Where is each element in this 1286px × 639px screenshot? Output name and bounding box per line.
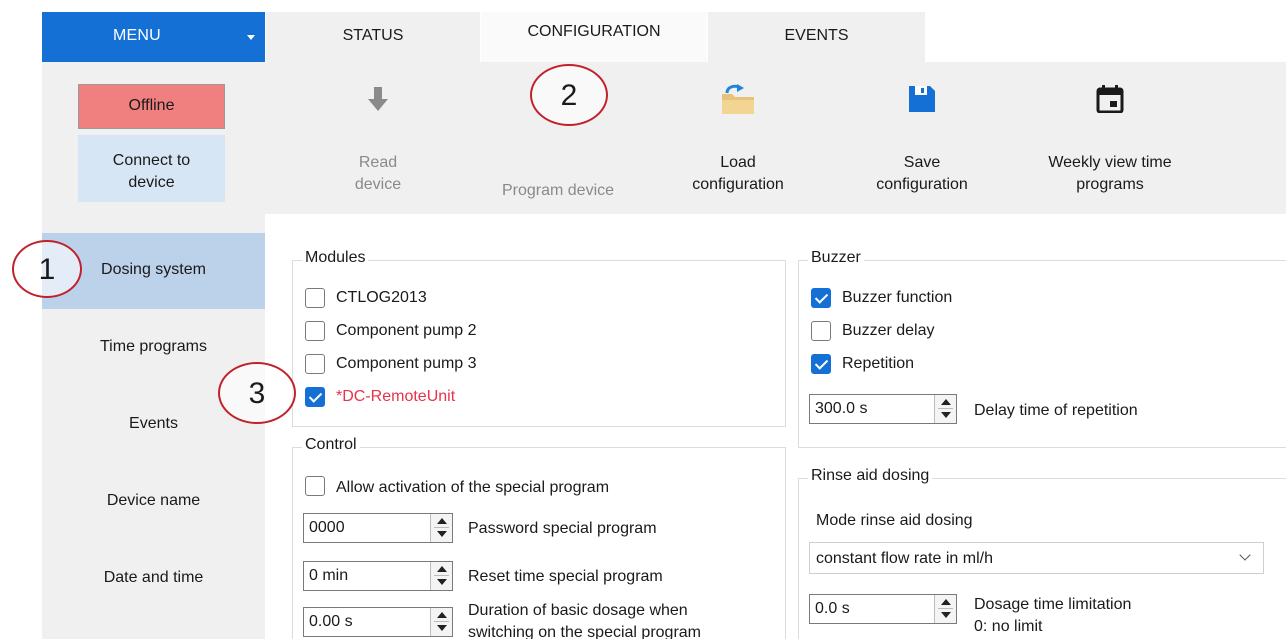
annotation-marker-1: 1 bbox=[12, 240, 82, 298]
delay-time-repetition-input[interactable]: 300.0 s bbox=[809, 394, 957, 424]
dosage-time-limitation-value: 0.0 s bbox=[815, 600, 850, 617]
weekly-view-button[interactable]: Weekly view time programs bbox=[1020, 82, 1200, 212]
load-configuration-label-2: configuration bbox=[692, 176, 784, 193]
dc-remoteunit-label: *DC-RemoteUnit bbox=[336, 388, 456, 405]
tab-events[interactable]: EVENTS bbox=[708, 12, 925, 62]
repetition-checkbox[interactable] bbox=[811, 354, 831, 374]
ctlog2013-checkbox[interactable] bbox=[305, 288, 325, 308]
weekly-view-label-2: programs bbox=[1076, 176, 1144, 193]
mode-rinse-aid-dosing-value: constant flow rate in ml/h bbox=[816, 550, 993, 567]
component-pump-3-label: Component pump 3 bbox=[336, 355, 477, 372]
nav-item-date-and-time[interactable]: Date and time bbox=[42, 541, 265, 617]
allow-special-program-label: Allow activation of the special program bbox=[336, 479, 610, 496]
chevron-down-icon bbox=[1239, 549, 1251, 561]
modules-title: Modules bbox=[302, 249, 369, 267]
nav-item-label: Device name bbox=[106, 492, 201, 509]
component-pump-2-checkbox[interactable] bbox=[305, 321, 325, 341]
annotation-marker-3: 3 bbox=[218, 362, 296, 424]
menu-label: MENU bbox=[113, 27, 161, 44]
caret-down-icon bbox=[247, 35, 255, 40]
program-device-label: Program device bbox=[501, 182, 615, 199]
delay-time-value: 300.0 s bbox=[815, 400, 868, 417]
calendar-icon bbox=[1096, 85, 1124, 113]
save-configuration-label-1: Save bbox=[903, 154, 941, 171]
spinner-arrows-icon[interactable] bbox=[430, 562, 452, 590]
tab-status[interactable]: STATUS bbox=[266, 12, 480, 62]
duration-basic-dosage-label-2: switching on the special program bbox=[468, 624, 702, 639]
password-special-program-label: Password special program bbox=[468, 520, 657, 537]
password-special-program-input[interactable]: 0000 bbox=[303, 513, 453, 543]
buzzer-function-label: Buzzer function bbox=[842, 289, 953, 306]
rinse-aid-dosing-title: Rinse aid dosing bbox=[808, 467, 933, 485]
control-title: Control bbox=[302, 436, 360, 454]
dosage-time-limitation-label-2: 0: no limit bbox=[974, 618, 1043, 635]
repetition-label: Repetition bbox=[842, 355, 915, 372]
annotation-marker-2: 2 bbox=[530, 64, 608, 126]
tab-configuration[interactable]: CONFIGURATION bbox=[481, 12, 707, 62]
read-device-button[interactable]: Read device bbox=[318, 82, 438, 212]
spinner-arrows-icon[interactable] bbox=[934, 595, 956, 623]
buzzer-function-checkbox[interactable] bbox=[811, 288, 831, 308]
allow-special-program-checkbox[interactable] bbox=[305, 476, 325, 496]
download-arrow-icon bbox=[368, 87, 388, 111]
floppy-disk-icon bbox=[909, 86, 935, 112]
reset-time-special-program-label: Reset time special program bbox=[468, 568, 663, 585]
duration-value: 0.00 s bbox=[309, 613, 353, 630]
save-configuration-label-2: configuration bbox=[876, 176, 968, 193]
connect-device-button[interactable]: Connect to device bbox=[78, 135, 225, 202]
component-pump-2-label: Component pump 2 bbox=[336, 322, 477, 339]
read-device-label-1: Read bbox=[358, 154, 398, 171]
nav-item-label: Date and time bbox=[103, 569, 204, 586]
spinner-arrows-icon[interactable] bbox=[934, 395, 956, 423]
nav-item-device-name[interactable]: Device name bbox=[42, 464, 265, 540]
component-pump-3-checkbox[interactable] bbox=[305, 354, 325, 374]
dc-remoteunit-checkbox[interactable] bbox=[305, 387, 325, 407]
connect-label-line1: Connect to bbox=[112, 152, 191, 169]
weekly-view-label-1: Weekly view time bbox=[1048, 154, 1172, 171]
buzzer-title: Buzzer bbox=[808, 249, 864, 267]
buzzer-delay-label: Buzzer delay bbox=[842, 322, 935, 339]
folder-load-icon bbox=[722, 84, 754, 114]
load-configuration-label-1: Load bbox=[720, 154, 756, 171]
read-device-label-2: device bbox=[354, 176, 402, 193]
duration-basic-dosage-label-1: Duration of basic dosage when bbox=[468, 602, 688, 619]
dosage-time-limitation-input[interactable]: 0.0 s bbox=[809, 594, 957, 624]
password-value: 0000 bbox=[309, 519, 345, 536]
load-configuration-button[interactable]: Load configuration bbox=[668, 82, 808, 212]
mode-rinse-aid-dosing-label: Mode rinse aid dosing bbox=[816, 512, 973, 529]
connect-label-line2: device bbox=[128, 174, 175, 191]
spinner-arrows-icon[interactable] bbox=[430, 514, 452, 542]
save-configuration-button[interactable]: Save configuration bbox=[852, 82, 992, 212]
reset-time-value: 0 min bbox=[309, 567, 349, 584]
spinner-arrows-icon[interactable] bbox=[430, 608, 452, 636]
mode-rinse-aid-dosing-select[interactable]: constant flow rate in ml/h bbox=[809, 542, 1264, 574]
ctlog2013-label: CTLOG2013 bbox=[336, 289, 427, 306]
offline-status: Offline bbox=[78, 84, 225, 129]
buzzer-delay-checkbox[interactable] bbox=[811, 321, 831, 341]
duration-basic-dosage-input[interactable]: 0.00 s bbox=[303, 607, 453, 637]
dosage-time-limitation-label-1: Dosage time limitation bbox=[974, 596, 1132, 613]
delay-time-repetition-label: Delay time of repetition bbox=[974, 402, 1138, 419]
reset-time-special-program-input[interactable]: 0 min bbox=[303, 561, 453, 591]
nav-item-label: Time programs bbox=[100, 338, 207, 355]
menu-button[interactable]: MENU bbox=[42, 12, 265, 62]
